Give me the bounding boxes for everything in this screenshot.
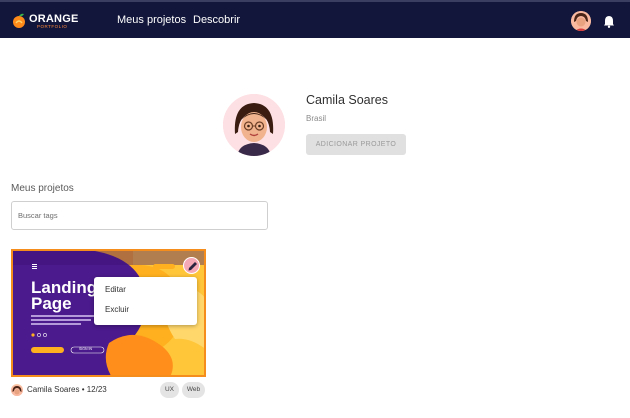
project-author-avatar xyxy=(11,384,23,396)
my-projects-heading: Meus projetos xyxy=(11,183,74,194)
pencil-icon xyxy=(188,262,197,271)
profile-avatar-icon xyxy=(223,94,285,156)
menu-item-delete[interactable]: Excluir xyxy=(105,305,129,314)
preview-cta-label: SIGN IN xyxy=(79,347,93,351)
edit-project-button[interactable] xyxy=(183,257,200,274)
project-tag[interactable]: UX xyxy=(160,382,179,398)
author-avatar-icon xyxy=(11,385,23,396)
menu-item-edit[interactable]: Editar xyxy=(105,285,126,294)
nav-discover[interactable]: Descobrir xyxy=(193,14,240,26)
profile-avatar xyxy=(223,94,285,156)
logo-subtext: PORTFOLIO xyxy=(37,24,68,29)
orange-logo-icon xyxy=(13,13,25,28)
nav-my-projects[interactable]: Meus projetos xyxy=(117,14,186,26)
search-tags-input[interactable] xyxy=(11,201,268,230)
avatar-icon xyxy=(571,11,591,31)
add-project-button[interactable]: ADICIONAR PROJETO xyxy=(306,134,406,155)
project-options-menu: Editar Excluir xyxy=(94,277,197,325)
project-tag[interactable]: Web xyxy=(182,382,205,398)
top-navigation-bar: ORANGE PORTFOLIO Meus projetos Descobrir xyxy=(0,0,630,38)
orange-portfolio-logo[interactable]: ORANGE PORTFOLIO xyxy=(12,12,78,34)
profile-country: Brasil xyxy=(306,114,327,123)
project-author-date: Camila Soares • 12/23 xyxy=(27,385,107,394)
notification-bell-icon[interactable] xyxy=(603,15,615,28)
user-avatar[interactable] xyxy=(571,11,591,31)
profile-name: Camila Soares xyxy=(306,93,388,107)
